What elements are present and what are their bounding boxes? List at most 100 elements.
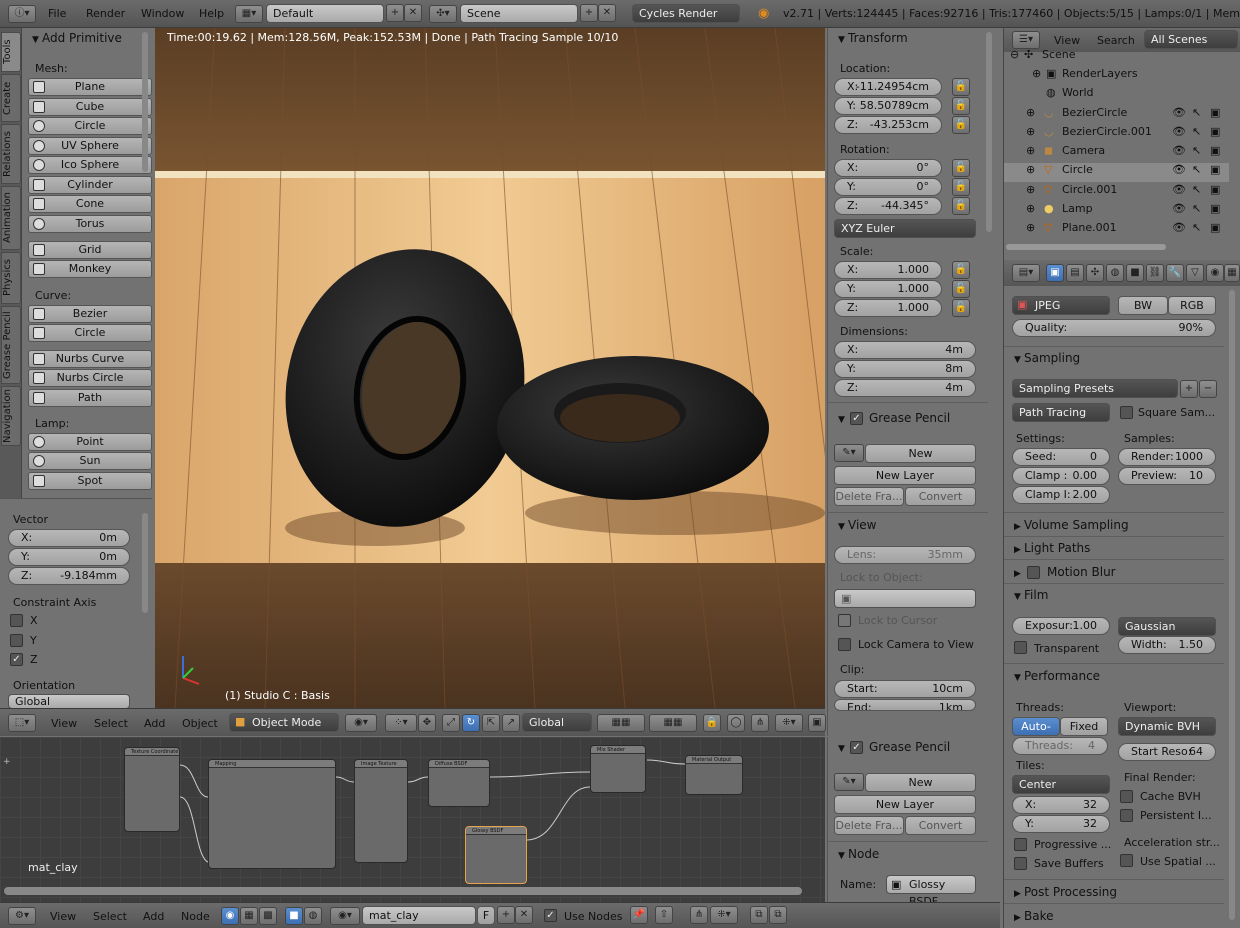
location-x-field[interactable]: X: -11.24954cm [834, 78, 942, 96]
menu-object[interactable]: Object [182, 717, 218, 730]
render-tab-icon[interactable]: ▣ [1046, 264, 1064, 282]
dimension-x-field[interactable]: X: 4m [834, 341, 976, 359]
new-layer-button[interactable]: New Layer [834, 466, 976, 485]
select-arrow-icon[interactable]: ↖ [1192, 183, 1201, 196]
rgb-button[interactable]: RGB [1168, 296, 1216, 315]
outliner-row-renderlayers[interactable]: ⊕ ▣ RenderLayers [1004, 67, 1229, 86]
add-point-lamp-button[interactable]: Point [28, 433, 152, 451]
fake-user-button[interactable]: F [477, 906, 495, 925]
scene-tab-icon[interactable]: ✣ [1086, 264, 1104, 282]
add-plane-button[interactable]: Plane [28, 78, 152, 96]
node-material-output[interactable]: Material Output [685, 755, 743, 795]
render-camera-icon[interactable]: ▣ [1210, 183, 1220, 196]
tab-create[interactable]: Create [1, 74, 21, 122]
scale-z-field[interactable]: Z: 1.000 [834, 299, 942, 317]
seed-field[interactable]: Seed: 0 [1012, 448, 1110, 466]
lock-rot-z-icon[interactable]: 🔓 [952, 197, 970, 215]
node-snap-icon[interactable]: ⋔ [690, 906, 708, 924]
lock-layers-icon[interactable]: 🔒 [703, 714, 721, 732]
constraint-z-checkbox[interactable]: ✓ [10, 653, 23, 666]
menu-search[interactable]: Search [1097, 34, 1135, 47]
add-cylinder-button[interactable]: Cylinder [28, 176, 152, 194]
menu-add[interactable]: Add [144, 717, 165, 730]
transform-orientation-select[interactable]: Global [522, 713, 592, 732]
add-path-button[interactable]: Path [28, 389, 152, 407]
remove-layout-icon[interactable]: ✕ [404, 4, 422, 22]
scale-icon[interactable]: ⇱ [482, 714, 500, 732]
outliner-row-circle001[interactable]: ⊕ ▽ Circle.001 👁 ↖ ▣ [1004, 183, 1229, 202]
paste-nodes-icon[interactable]: ⧉ [769, 906, 787, 924]
render-samples-field[interactable]: Render: 1000 [1118, 448, 1216, 466]
constraints-tab-icon[interactable]: ⛓ [1146, 264, 1164, 282]
motion-blur-checkbox[interactable] [1027, 566, 1040, 579]
clip-start-field[interactable]: Start: 10cm [834, 680, 976, 698]
menu-node[interactable]: Node [181, 910, 210, 923]
select-arrow-icon[interactable]: ↖ [1192, 106, 1201, 119]
vector-x-field[interactable]: X: 0m [8, 529, 130, 547]
new-grease-button[interactable]: New [865, 444, 976, 463]
layout-field[interactable]: Default [266, 4, 384, 23]
outliner-hscrollbar[interactable] [1006, 244, 1166, 250]
parent-node-icon[interactable]: ⇧ [655, 906, 673, 924]
add-material-icon[interactable]: + [497, 906, 515, 924]
visibility-eye-icon[interactable]: 👁 [1172, 144, 1186, 157]
clamp-indirect-field[interactable]: Clamp I: 2.00 [1012, 486, 1110, 504]
render-camera-icon[interactable]: ▣ [1210, 144, 1220, 157]
node-diffuse-bsdf[interactable]: Diffuse BSDF [428, 759, 490, 807]
node-image-texture[interactable]: Image Texture [354, 759, 408, 863]
post-processing-header[interactable]: ▶ Post Processing [1014, 885, 1117, 899]
transparent-checkbox[interactable] [1014, 641, 1027, 654]
proportional-edit-icon[interactable]: ◯ [727, 714, 745, 732]
tab-physics[interactable]: Physics [1, 252, 21, 304]
screen-layout-icon[interactable]: ▦▾ [235, 5, 263, 23]
add-nurbs-circle-button[interactable]: Nurbs Circle [28, 369, 152, 387]
manipulator-toggle-icon[interactable]: ✥ [418, 714, 436, 732]
snap-element-icon[interactable]: ⁜▾ [775, 714, 803, 732]
properties-editor-icon[interactable]: ▤▾ [1012, 264, 1040, 282]
sampling-presets-select[interactable]: Sampling Presets [1012, 379, 1178, 398]
node-mix-shader[interactable]: Mix Shader [590, 745, 646, 793]
rotate-icon[interactable]: ↻ [462, 714, 480, 732]
texture-nodes-icon[interactable]: ▩ [259, 907, 277, 925]
add-monkey-button[interactable]: Monkey [28, 260, 152, 278]
material-tab-icon[interactable]: ◉ [1206, 264, 1224, 282]
select-arrow-icon[interactable]: ↖ [1192, 202, 1201, 215]
delete-frame-button[interactable]: Delete Fra... [834, 487, 904, 506]
lock-rot-y-icon[interactable]: 🔓 [952, 178, 970, 196]
pivot-point-icon[interactable]: ⁘▾ [385, 714, 417, 732]
render-icon[interactable]: ▣ [808, 714, 826, 732]
motion-blur-header[interactable]: ▶ [1014, 565, 1024, 579]
render-camera-icon[interactable]: ▣ [1210, 163, 1220, 176]
performance-header[interactable]: ▼ Performance [1014, 669, 1100, 683]
layers2-icon[interactable]: ▦▦ [649, 714, 697, 732]
render-camera-icon[interactable]: ▣ [1210, 202, 1220, 215]
transform-header[interactable]: ▼ Transform [838, 31, 908, 45]
vector-z-field[interactable]: Z: -9.184mm [8, 567, 130, 585]
start-resolution-field[interactable]: Start Reso: 64 [1118, 743, 1216, 761]
visibility-eye-icon[interactable]: 👁 [1172, 202, 1186, 215]
render-camera-icon[interactable]: ▣ [1210, 125, 1220, 138]
object-tab-icon[interactable]: ■ [1126, 264, 1144, 282]
add-preset-icon[interactable]: + [1180, 380, 1198, 398]
world-tab-icon[interactable]: ◍ [1106, 264, 1124, 282]
add-nurbs-curve-button[interactable]: Nurbs Curve [28, 350, 152, 368]
select-arrow-icon[interactable]: ↖ [1192, 144, 1201, 157]
remove-scene-icon[interactable]: ✕ [598, 4, 616, 22]
tile-x-field[interactable]: X: 32 [1012, 796, 1110, 814]
node-snap-element-icon[interactable]: ⁜▾ [710, 906, 738, 924]
outliner-row-scene[interactable]: ⊖ ✣ Scene [1004, 48, 1229, 67]
add-curve-circle-button[interactable]: Circle [28, 324, 152, 342]
visibility-eye-icon[interactable]: 👁 [1172, 183, 1186, 196]
snap-icon[interactable]: ⋔ [751, 714, 769, 732]
add-grid-button[interactable]: Grid [28, 241, 152, 259]
object-shader-icon[interactable]: ■ [285, 907, 303, 925]
add-primitive-header[interactable]: ▼ Add Primitive [32, 31, 122, 45]
sampling-header[interactable]: ▼ Sampling [1014, 351, 1080, 365]
exposure-field[interactable]: Exposur: 1.00 [1012, 617, 1110, 635]
menu-view[interactable]: View [1054, 34, 1080, 47]
layers-icon[interactable]: ▦▦ [597, 714, 645, 732]
dimension-y-field[interactable]: Y: 8m [834, 360, 976, 378]
menu-select[interactable]: Select [93, 910, 127, 923]
node-convert-button[interactable]: Convert [905, 816, 976, 835]
tab-navigation[interactable]: Navigation [1, 386, 21, 446]
